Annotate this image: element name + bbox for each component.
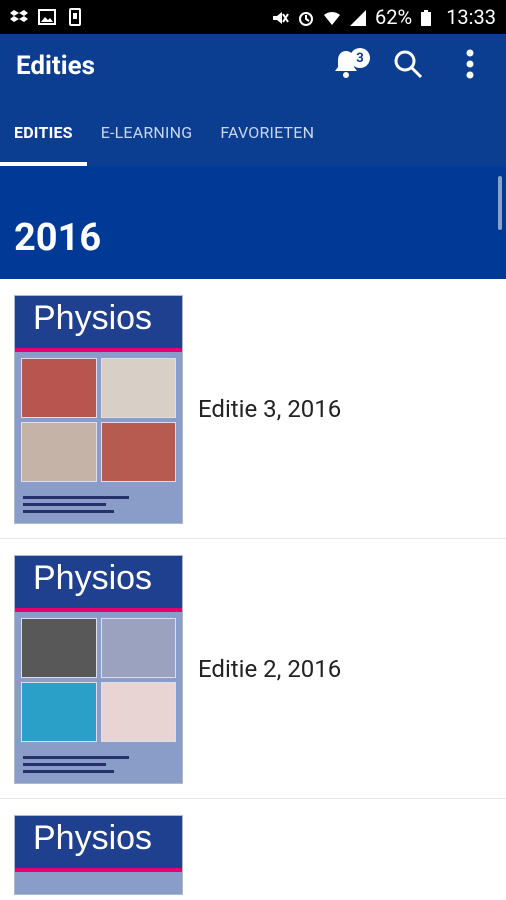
cover-photo xyxy=(100,422,176,482)
signal-icon xyxy=(349,8,367,26)
wifi-icon xyxy=(323,8,341,26)
battery-percent: 62% xyxy=(375,5,413,29)
cover-title: Physios xyxy=(15,816,182,868)
more-vert-icon xyxy=(466,49,474,83)
notification-badge: 3 xyxy=(350,48,370,68)
image-icon xyxy=(38,8,56,26)
mute-icon xyxy=(271,8,289,26)
edition-label: Editie 3, 2016 xyxy=(198,394,342,423)
cover-photo xyxy=(21,618,97,678)
dropbox-icon xyxy=(10,8,28,26)
page-title: Edities xyxy=(16,51,95,81)
cover-title: Physios xyxy=(15,296,182,348)
app-bar-actions: 3 xyxy=(326,46,490,86)
cover-contents xyxy=(15,488,182,521)
status-system: 62% 13:33 xyxy=(271,5,496,29)
status-bar: 62% 13:33 xyxy=(0,0,506,34)
status-notifications xyxy=(10,8,84,26)
cover-photo xyxy=(21,682,97,742)
tab-bar: EDITIES E-LEARNING FAVORIETEN xyxy=(0,98,506,166)
cover-strip xyxy=(15,868,182,872)
edition-cover: Physios xyxy=(14,555,183,784)
tab-edities[interactable]: EDITIES xyxy=(0,98,87,166)
cover-text-line xyxy=(23,756,129,759)
list-item[interactable]: Physios Editie 3, 2016 xyxy=(0,279,506,539)
notifications-button[interactable]: 3 xyxy=(326,46,370,86)
cover-title: Physios xyxy=(15,556,182,608)
clock: 13:33 xyxy=(446,5,496,29)
cover-photo xyxy=(100,618,176,678)
year-section-header: 2016 xyxy=(0,166,506,279)
edition-label: Editie 2, 2016 xyxy=(198,654,342,683)
phone-icon xyxy=(66,8,84,26)
cover-text-line xyxy=(23,496,129,499)
cover-text-line xyxy=(23,503,107,506)
app-bar: Edities 3 xyxy=(0,34,506,98)
list-item[interactable]: Physios Editie 2, 2016 xyxy=(0,539,506,799)
tab-favorieten[interactable]: FAVORIETEN xyxy=(206,98,328,166)
editions-list: Physios Editie 3, 2016 Physios Editie 2,… xyxy=(0,279,506,895)
edition-cover: Physios xyxy=(14,295,183,524)
cover-text-line xyxy=(23,510,114,513)
cover-contents xyxy=(15,748,182,781)
list-item[interactable]: Physios xyxy=(0,799,506,895)
cover-text-line xyxy=(23,763,107,766)
battery-icon xyxy=(420,8,438,26)
edition-cover: Physios xyxy=(14,815,183,895)
scrollbar[interactable] xyxy=(498,176,502,230)
cover-photo xyxy=(100,358,176,418)
tab-e-learning[interactable]: E-LEARNING xyxy=(87,98,207,166)
cover-text-line xyxy=(23,770,114,773)
alarm-icon xyxy=(297,8,315,26)
cover-photo xyxy=(21,422,97,482)
section-year: 2016 xyxy=(14,216,102,260)
search-icon xyxy=(392,48,424,84)
cover-photo xyxy=(100,682,176,742)
cover-photos xyxy=(15,612,182,748)
overflow-menu-button[interactable] xyxy=(450,46,490,86)
cover-photos xyxy=(15,352,182,488)
search-button[interactable] xyxy=(388,46,428,86)
cover-photo xyxy=(21,358,97,418)
